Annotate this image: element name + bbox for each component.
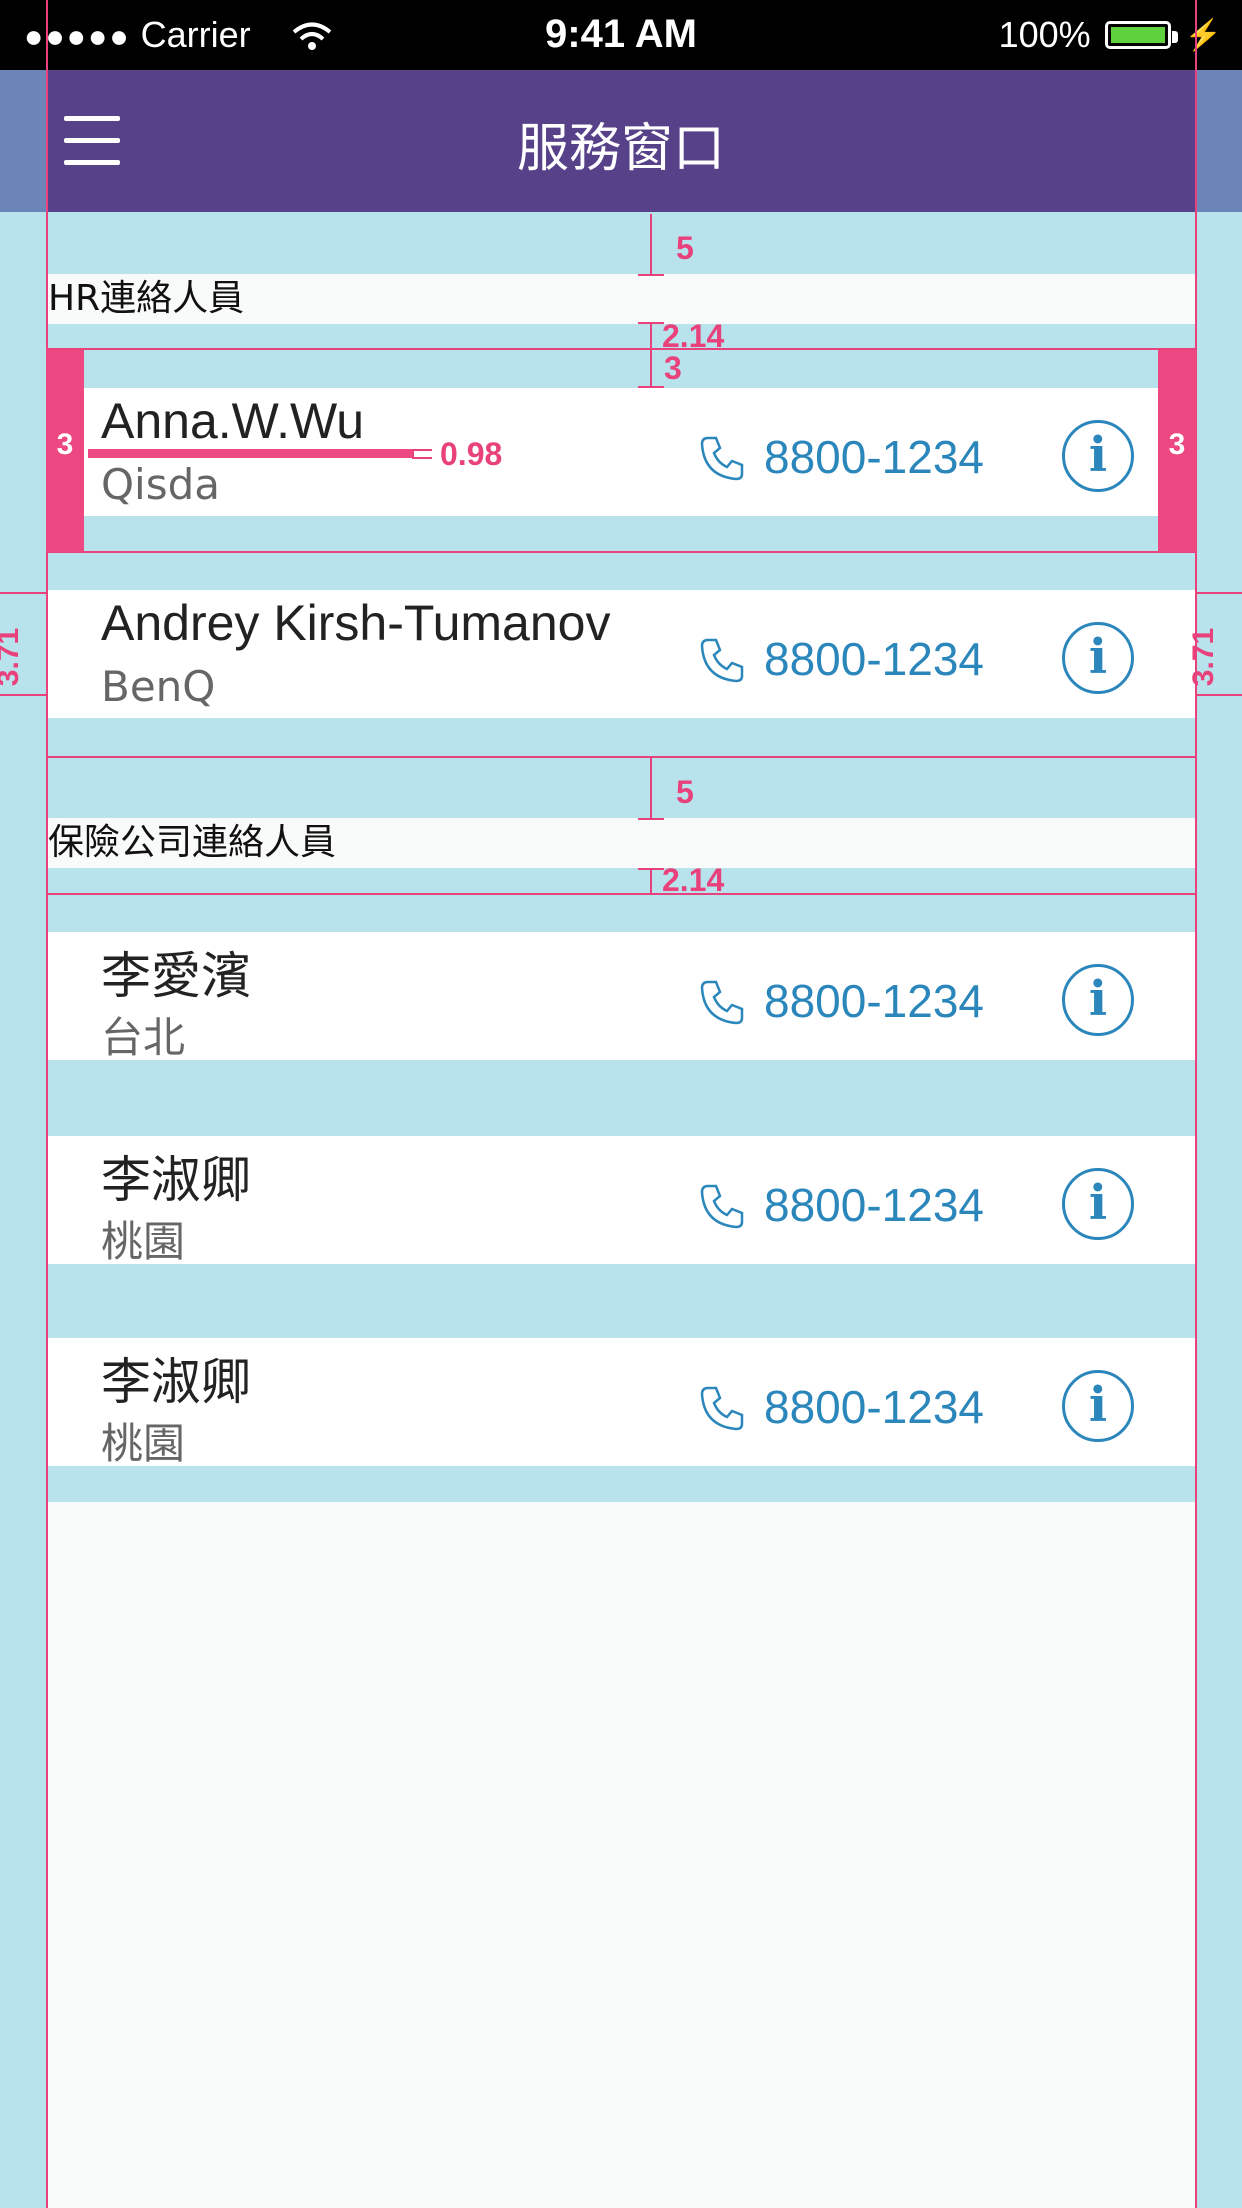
spec-tick <box>1196 694 1242 696</box>
phone-number[interactable]: 8800-1234 <box>764 974 984 1028</box>
contact-name: 李淑卿 <box>101 1152 251 1208</box>
spec-gap-marker <box>650 868 652 893</box>
spec-gap-marker <box>650 322 652 348</box>
right-margin <box>1196 70 1242 2208</box>
header-margin-left <box>0 70 46 212</box>
spec-gap-top: 5 <box>676 230 694 266</box>
spec-tick <box>638 818 664 820</box>
contact-row[interactable]: 李淑卿 桃園 8800-1234 i <box>46 1136 1196 1266</box>
left-margin <box>0 70 46 2208</box>
page-title: 服務窗口 <box>516 119 725 179</box>
row-spacer <box>46 516 1196 590</box>
nav-header: 服務窗口 <box>46 70 1196 212</box>
contact-row[interactable]: 李愛濱 台北 8800-1234 i <box>46 932 1196 1062</box>
spec-tick <box>638 868 664 870</box>
spec-tick <box>1196 592 1242 594</box>
phone-icon <box>700 436 744 481</box>
guide-line-right <box>1195 0 1197 2208</box>
row-spacer <box>46 1264 1196 1338</box>
guide-line <box>46 756 1196 758</box>
contact-company: 台北 <box>101 1013 186 1062</box>
header-margin-right <box>1196 70 1242 212</box>
spec-gap-top-2: 5 <box>676 774 694 810</box>
contact-company: 桃園 <box>101 1217 186 1266</box>
spec-tick <box>638 322 664 324</box>
contact-name: Anna.W.Wu <box>101 393 365 449</box>
spec-underline-bar <box>88 449 412 458</box>
spec-tick <box>412 457 432 459</box>
contact-row[interactable]: 李淑卿 桃園 8800-1234 i <box>46 1338 1196 1468</box>
info-icon[interactable]: i <box>1062 1370 1134 1442</box>
battery-icon <box>1104 21 1178 49</box>
section-header-hr: HR連絡人員 <box>46 274 1196 324</box>
spec-tick <box>0 592 46 594</box>
spec-tick <box>638 386 664 388</box>
row-spacer <box>46 1060 1196 1136</box>
contact-name: Andrey Kirsh-Tumanov <box>101 595 611 651</box>
info-icon[interactable]: i <box>1062 1168 1134 1240</box>
phone-icon <box>700 1184 744 1229</box>
info-icon[interactable]: i <box>1062 420 1134 492</box>
contact-company: BenQ <box>101 662 216 711</box>
info-icon[interactable]: i <box>1062 622 1134 694</box>
spec-side-left: 3 <box>56 428 74 461</box>
charging-icon: ⚡ <box>1184 18 1222 52</box>
phone-number[interactable]: 8800-1234 <box>764 1178 984 1232</box>
guide-line <box>46 348 1196 350</box>
guide-line <box>46 893 1196 895</box>
phone-number[interactable]: 8800-1234 <box>764 1380 984 1434</box>
info-icon[interactable]: i <box>1062 964 1134 1036</box>
spec-gap-marker <box>650 214 652 274</box>
phone-icon <box>700 1386 744 1431</box>
spec-margin-right: 3.71 <box>1187 627 1221 687</box>
phone-number[interactable]: 8800-1234 <box>764 430 984 484</box>
contact-name: 李愛濱 <box>101 948 251 1004</box>
spec-label-gap-2: 2.14 <box>662 862 725 898</box>
contact-name: 李淑卿 <box>101 1354 251 1410</box>
spec-tick <box>638 274 664 276</box>
section-spacer <box>46 212 1196 274</box>
spec-side-right: 3 <box>1168 428 1186 461</box>
battery-status: 100% ⚡ <box>999 14 1222 56</box>
phone-number[interactable]: 8800-1234 <box>764 632 984 686</box>
phone-icon <box>700 638 744 683</box>
spec-gap-marker <box>650 350 652 386</box>
contact-company: Qisda <box>101 460 221 509</box>
status-bar: ●●●●● Carrier 9:41 AM 100% ⚡ <box>0 0 1242 70</box>
guide-line <box>46 551 1196 553</box>
spec-gap-marker <box>650 758 652 818</box>
contact-company: 桃園 <box>101 1419 186 1468</box>
row-spacer <box>46 1466 1196 1502</box>
contact-row[interactable]: Andrey Kirsh-Tumanov BenQ 8800-1234 i <box>46 590 1196 718</box>
spec-underline-value: 0.98 <box>440 436 503 472</box>
phone-icon <box>700 980 744 1025</box>
section-header-insurance: 保險公司連絡人員 <box>46 818 1196 868</box>
section-spacer <box>46 718 1196 818</box>
spec-tick <box>412 449 432 451</box>
guide-line-left <box>46 0 48 2208</box>
spec-tick <box>0 694 46 696</box>
spec-margin-left: 3.71 <box>0 627 26 687</box>
battery-percent: 100% <box>998 14 1091 55</box>
spec-row-gap: 3 <box>664 350 682 386</box>
section-spacer <box>46 868 1196 932</box>
